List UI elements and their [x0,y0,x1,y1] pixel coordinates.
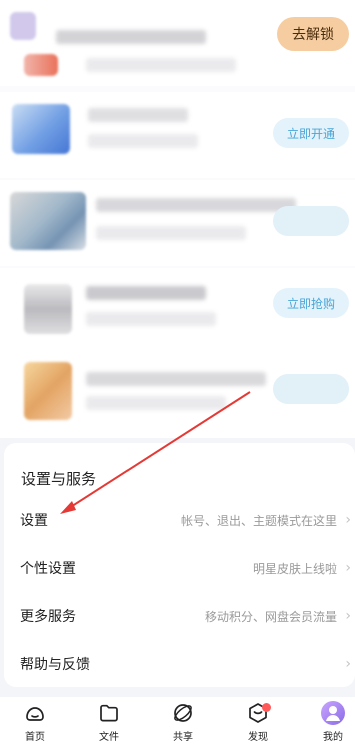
settings-row-settings[interactable]: 设置 帐号、退出、主题模式在这里 › [4,497,355,543]
promo-blurred-text [86,396,226,410]
promo-blurred-text [86,58,236,72]
profile-avatar-icon [321,701,345,725]
promo-blurred-text [56,30,206,44]
settings-services-panel: 设置与服务 设置 帐号、退出、主题模式在这里 › 个性设置 明星皮肤上线啦 › … [4,443,355,687]
promo-blurred-text [96,226,246,240]
promo-card-4[interactable]: 立即抢购 [0,268,355,354]
tab-label: 首页 [25,732,45,743]
promo-thumbnail [12,104,70,154]
tab-share[interactable]: 共享 [155,701,211,749]
share-icon [174,704,192,722]
promo-action-button[interactable] [273,374,349,404]
tab-label: 发现 [248,732,268,743]
tab-label: 共享 [173,732,193,743]
chevron-right-icon: › [345,512,351,528]
tab-files[interactable]: 文件 [81,701,137,749]
promo-card-1[interactable]: 去解锁 [0,0,355,86]
promo-blurred-text [88,134,198,148]
chevron-right-icon: › [345,656,351,672]
promo-card-2[interactable]: 立即开通 [0,92,355,178]
tab-label: 我的 [323,732,343,743]
notification-badge [262,703,271,712]
tab-home[interactable]: 首页 [7,701,63,749]
promo-blurred-text [86,286,206,300]
promo-blurred-text [88,108,188,122]
chevron-right-icon: › [345,560,351,576]
settings-row-personalization[interactable]: 个性设置 明星皮肤上线啦 › [4,545,355,591]
section-title: 设置与服务 [21,470,97,488]
promo-thumbnail [10,192,86,250]
promo-list: 去解锁 立即开通 立即抢购 [0,0,355,438]
folder-icon [100,704,118,722]
tab-label: 文件 [99,732,119,743]
settings-row-more-services[interactable]: 更多服务 移动积分、网盘会员流量 › [4,593,355,639]
row-label: 帮助与反馈 [20,657,90,673]
activate-button[interactable]: 立即开通 [273,118,349,148]
tab-profile[interactable]: 我的 [305,701,355,749]
promo-action-button[interactable] [273,206,349,236]
grab-button[interactable]: 立即抢购 [273,288,349,318]
promo-thumbnail [24,284,72,334]
bottom-tab-bar: 首页 文件 共享 发现 我的 [0,697,355,753]
promo-thumbnail [10,12,36,40]
promo-blurred-text [86,312,216,326]
row-label: 更多服务 [20,609,76,625]
promo-card-3[interactable] [0,180,355,266]
row-description: 帐号、退出、主题模式在这里 [180,513,337,528]
row-description: 移动积分、网盘会员流量 [204,609,337,624]
row-description: 明星皮肤上线啦 [252,561,337,576]
promo-card-5[interactable] [0,352,355,438]
promo-thumbnail [24,362,72,420]
tab-discover[interactable]: 发现 [230,701,286,749]
promo-thumbnail [24,54,58,76]
row-label: 个性设置 [20,561,76,577]
unlock-button[interactable]: 去解锁 [277,17,349,51]
chevron-right-icon: › [345,608,351,624]
home-icon [26,707,44,721]
promo-blurred-text [96,198,296,212]
settings-row-help-feedback[interactable]: 帮助与反馈 › [4,641,355,687]
promo-blurred-text [86,372,266,386]
row-label: 设置 [20,513,48,529]
profile-page: 去解锁 立即开通 立即抢购 设置与服务 设置 帐号、退出、主题模式在这里 › 个… [0,0,355,753]
